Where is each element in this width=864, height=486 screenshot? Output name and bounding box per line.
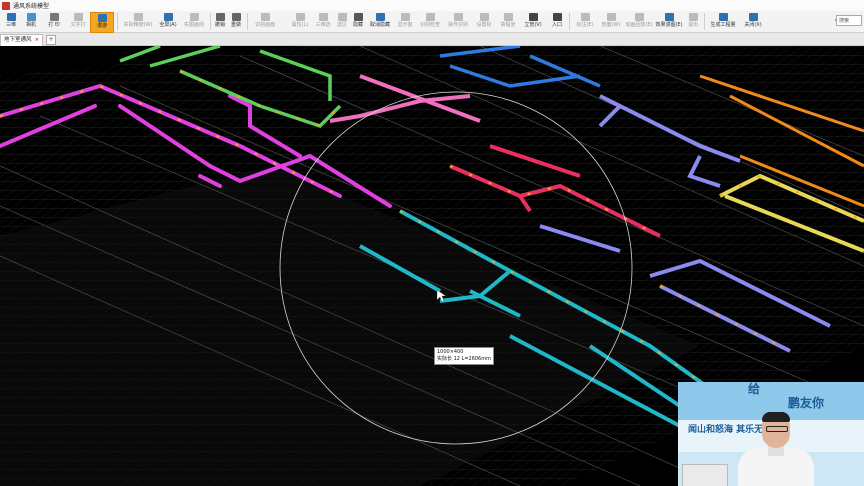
document-tab-strip: 地下室通风 × +	[0, 33, 864, 46]
hide-button[interactable]: 隐藏	[351, 12, 365, 31]
check-icon	[425, 13, 435, 21]
text-print-button[interactable]: 文字打	[67, 12, 89, 31]
line-icon	[189, 13, 199, 21]
tab-close-icon[interactable]: ×	[35, 37, 40, 43]
exit-view-button[interactable]: 退出	[686, 12, 700, 31]
annotation-icon	[580, 13, 590, 21]
undo-button[interactable]: 撤销	[213, 12, 227, 31]
tag-icon	[479, 13, 489, 21]
fullscreen-button[interactable]: 全屏(A)	[157, 12, 179, 31]
presenter-hair	[762, 412, 790, 422]
print-button[interactable]: 打 印	[43, 12, 65, 31]
section-button[interactable]: 剖面(W)	[599, 12, 623, 31]
camera-icon	[26, 13, 36, 21]
text-icon	[73, 13, 83, 21]
toolbar-separator	[247, 13, 248, 30]
printer-icon	[49, 13, 59, 21]
elevation-button[interactable]: 高程坐	[497, 12, 519, 31]
select-icon	[318, 13, 328, 21]
toolbar-separator	[210, 13, 211, 30]
animation-playback-button[interactable]: 动画回放(E)	[625, 12, 653, 31]
riser-button[interactable]: 立管(V)	[521, 12, 545, 31]
presenter-webcam: 给 鹏友你 闻山和怒海 其乐无穷	[678, 382, 864, 486]
window-title: 通风系统模型	[13, 3, 50, 10]
unhide-button[interactable]: 取消隐藏	[367, 12, 393, 31]
cube-icon	[6, 13, 16, 21]
riser-icon	[528, 13, 538, 21]
properties-icon	[295, 13, 305, 21]
redo-icon	[231, 13, 241, 21]
operation-icon	[453, 13, 463, 21]
select-area-button[interactable]: 选区	[335, 12, 349, 31]
hide-icon	[353, 13, 363, 21]
elevation-icon	[503, 13, 513, 21]
area-select-icon	[337, 13, 347, 21]
close-button[interactable]: 关闭(X)	[741, 12, 765, 31]
tab-underground-ventilation[interactable]: 地下室通风 ×	[0, 34, 44, 46]
presenter-glasses	[766, 426, 788, 432]
new-tab-icon[interactable]: +	[46, 35, 56, 45]
draw-line-button[interactable]: 实图画线	[181, 12, 207, 31]
search-input[interactable]: 搜索	[836, 15, 862, 26]
play-icon	[634, 13, 644, 21]
scan-icon	[260, 13, 270, 21]
toolbar-separator	[117, 13, 118, 30]
generate-quantity-button[interactable]: 生成工程量	[708, 12, 738, 31]
section-icon	[606, 13, 616, 21]
exit-icon	[688, 13, 698, 21]
walk-icon	[97, 14, 107, 22]
3d-select-button[interactable]: 三维选	[313, 12, 333, 31]
app-logo-icon	[2, 1, 10, 10]
grid-icon	[133, 13, 143, 21]
close-icon	[748, 13, 758, 21]
view-3d-button[interactable]: 三维	[3, 12, 19, 31]
effect-view-button[interactable]: 效果漫图(E)	[655, 12, 683, 31]
recognize-check-button[interactable]: 识别检查	[417, 12, 443, 31]
properties-button[interactable]: 属性(L)	[289, 12, 311, 31]
window-icon	[400, 13, 410, 21]
duct-info-tooltip: 1000×400 实际长 12 L=2606mm	[434, 347, 494, 365]
recognize-view-button[interactable]: 识别画面	[252, 12, 278, 31]
laptop	[682, 464, 728, 486]
camera-button[interactable]: 相机	[22, 12, 40, 31]
redo-button[interactable]: 重做	[229, 12, 243, 31]
entrance-button[interactable]: 入口	[549, 12, 565, 31]
fullscreen-icon	[163, 13, 173, 21]
walkthrough-button[interactable]: 漫游	[90, 12, 114, 33]
toolbar-separator	[704, 13, 705, 30]
ribbon-toolbar: 三维 相机 打 印 文字打 漫游 实际精度(W) 全屏(A) 实图画线 撤销 重…	[0, 11, 864, 33]
operation-recognize-button[interactable]: 操作识别	[445, 12, 471, 31]
generate-icon	[718, 13, 728, 21]
undo-icon	[215, 13, 225, 21]
annotation-button[interactable]: 标注(E)	[573, 12, 597, 31]
image-icon	[664, 13, 674, 21]
set-tag-button[interactable]: 设置标	[473, 12, 495, 31]
toolbar-separator	[569, 13, 570, 30]
show-icon	[375, 13, 385, 21]
display-window-button[interactable]: 显示窗	[395, 12, 415, 31]
actual-precision-button[interactable]: 实际精度(W)	[121, 12, 155, 31]
entrance-icon	[552, 13, 562, 21]
